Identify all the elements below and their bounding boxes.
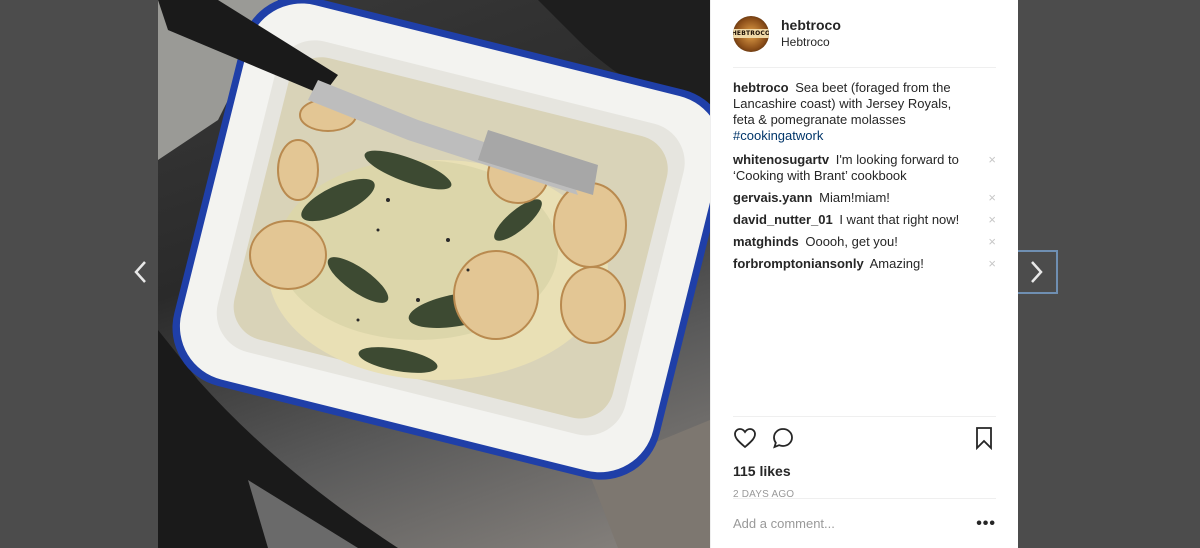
bookmark-icon[interactable] (972, 426, 996, 450)
previous-post-button[interactable] (120, 250, 160, 294)
comment-bubble-icon[interactable] (771, 426, 795, 450)
comment-item: forbromptoniansonly Amazing! × (733, 256, 996, 272)
next-post-button[interactable] (1018, 250, 1058, 294)
post-photo (158, 0, 710, 548)
delete-comment-icon[interactable]: × (988, 212, 996, 228)
chevron-left-icon (134, 261, 146, 283)
post-header: HEBTROCO hebtroco Hebtroco (733, 0, 996, 68)
post-sidebar: HEBTROCO hebtroco Hebtroco hebtroco Sea … (710, 0, 1018, 548)
comment-username[interactable]: whitenosugartv (733, 152, 829, 167)
comments-list: hebtroco Sea beet (foraged from the Lanc… (711, 68, 1018, 272)
avatar-logo-text: HEBTROCO (733, 29, 769, 38)
comment-text: Miam!miam! (819, 190, 890, 205)
comment-username[interactable]: gervais.yann (733, 190, 813, 205)
comment-item: whitenosugartv I'm looking forward to ‘C… (733, 152, 996, 184)
author-username[interactable]: hebtroco (781, 17, 841, 34)
delete-comment-icon[interactable]: × (988, 190, 996, 206)
comment-item: matghinds Ooooh, get you! × (733, 234, 996, 250)
comment-text: Amazing! (869, 256, 924, 271)
more-options-icon[interactable]: ••• (976, 515, 996, 533)
comment-username[interactable]: david_nutter_01 (733, 212, 833, 227)
comment-text: Ooooh, get you! (805, 234, 898, 249)
delete-comment-icon[interactable]: × (988, 152, 996, 168)
caption-username[interactable]: hebtroco (733, 80, 789, 95)
post-footer: 115 likes 2 DAYS AGO (733, 416, 996, 500)
comment-item: gervais.yann Miam!miam! × (733, 190, 996, 206)
likes-count[interactable]: 115 likes (733, 463, 996, 479)
chevron-right-icon (1031, 261, 1043, 283)
comment-item: david_nutter_01 I want that right now! × (733, 212, 996, 228)
comment-input[interactable] (733, 516, 977, 531)
caption-hashtag[interactable]: #cookingatwork (733, 128, 823, 143)
comment-username[interactable]: forbromptoniansonly (733, 256, 864, 271)
author-info: hebtroco Hebtroco (781, 17, 841, 51)
action-bar (733, 417, 996, 459)
post-modal: HEBTROCO hebtroco Hebtroco hebtroco Sea … (158, 0, 1018, 548)
food-photo-illustration (158, 0, 710, 548)
delete-comment-icon[interactable]: × (988, 234, 996, 250)
add-comment-bar: ••• (733, 498, 996, 548)
comment-username[interactable]: matghinds (733, 234, 799, 249)
delete-comment-icon[interactable]: × (988, 256, 996, 272)
comment-text: I want that right now! (839, 212, 960, 227)
author-display-name: Hebtroco (781, 34, 830, 49)
post-caption: hebtroco Sea beet (foraged from the Lanc… (733, 80, 996, 144)
heart-icon[interactable] (733, 426, 757, 450)
avatar[interactable]: HEBTROCO (733, 15, 769, 52)
